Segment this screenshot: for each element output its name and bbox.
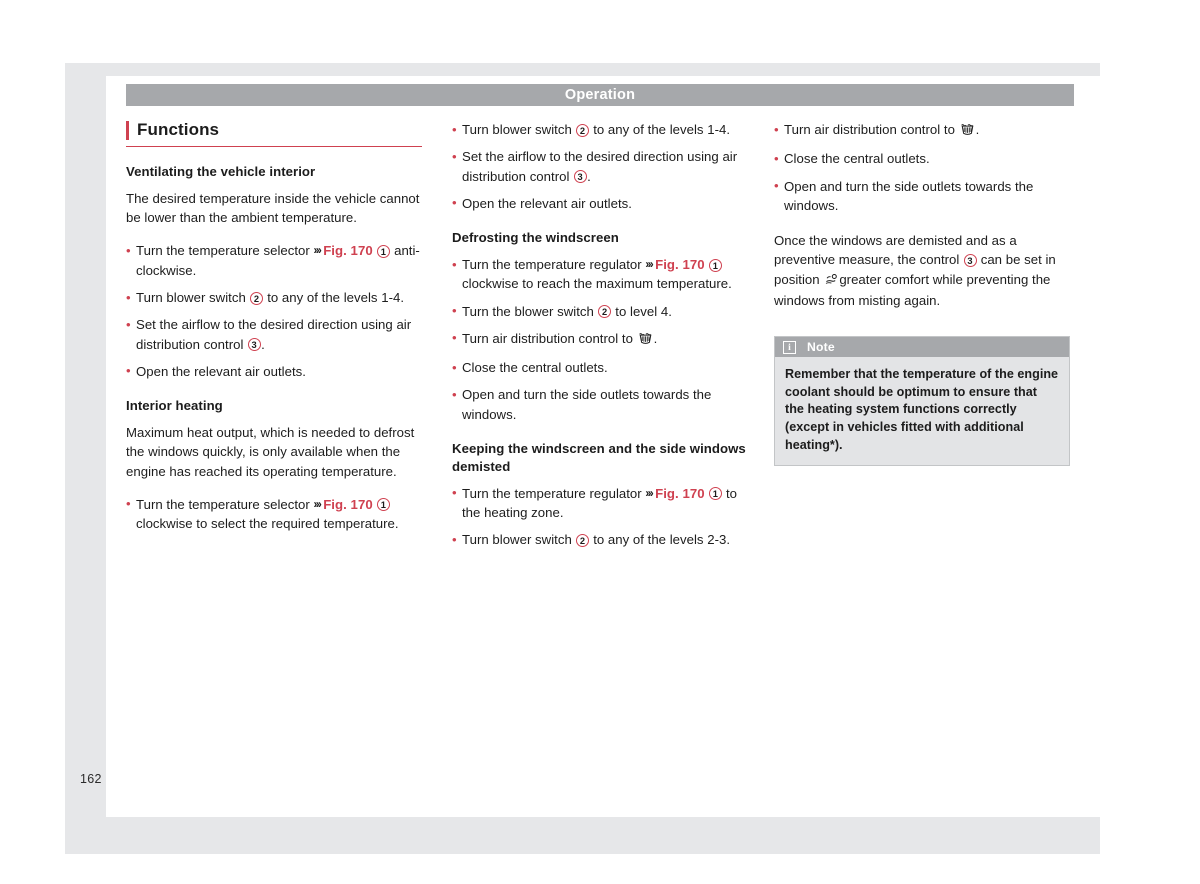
figure-reference[interactable]: Fig. 170 [655, 257, 705, 272]
heading-demisted: Keeping the windscreen and the side wind… [452, 440, 746, 474]
bullet-text: Open and turn the side outlets towards t… [462, 387, 712, 422]
list-interior-heating: Turn the temperature selector ›››Fig. 17… [126, 494, 422, 534]
bullet-text-tail: . [975, 122, 980, 137]
list-item: Turn air distribution control to . [452, 328, 748, 350]
content-columns: Functions Ventilating the vehicle interi… [126, 119, 1074, 760]
bullet-text: Close the central outlets. [462, 360, 608, 376]
column-middle: Turn blower switch 2 to any of the level… [452, 119, 748, 558]
page-viewport: Operation 162 Functions Ventilating the … [0, 0, 1200, 884]
bullet-text: Turn blower switch [136, 290, 246, 306]
bullet-text-tail: to any of the levels 1-4. [267, 290, 405, 306]
bullet-text: Turn the temperature regulator [462, 257, 642, 273]
section-title: Functions [137, 120, 220, 139]
list-item: Close the central outlets. [774, 149, 1070, 169]
list-item: Turn air distribution control to . [774, 119, 1070, 141]
list-item: Open the relevant air outlets. [452, 193, 748, 213]
bullet-text-tail: clockwise to reach the maximum temperatu… [462, 276, 732, 292]
bullet-text-tail: clockwise to select the required tempera… [136, 516, 399, 532]
running-header: Operation [126, 84, 1074, 106]
bullet-text: Open and turn the side outlets towards t… [784, 178, 1034, 213]
bullet-text: Turn blower switch [462, 122, 572, 137]
column-left: Functions Ventilating the vehicle interi… [126, 120, 422, 541]
chevrons-icon: ››› [645, 259, 653, 272]
list-item: Close the central outlets. [452, 358, 748, 378]
callout-circle: 1 [376, 244, 390, 258]
list-item: Turn the temperature selector ›››Fig. 17… [126, 241, 422, 280]
bullet-text: Close the central outlets. [784, 151, 930, 167]
bullet-text-tail: to level 4. [615, 303, 672, 319]
bullet-text-tail: to any of the levels 2-3. [593, 532, 731, 548]
list-item: Turn the temperature regulator ›››Fig. 1… [452, 483, 748, 523]
callout-circle: 3 [963, 253, 977, 267]
callout-circle: 3 [573, 170, 587, 184]
callout-circle: 2 [576, 533, 589, 547]
page-number: 162 [80, 772, 102, 786]
callout-circle: 1 [708, 258, 722, 272]
paragraph-ventilating: The desired temperature inside the vehic… [126, 190, 420, 226]
paragraph-demist-preventive: Once the windows are demisted and as a p… [774, 231, 1070, 310]
list-item: Turn blower switch 2 to any of the level… [126, 288, 422, 308]
list-right-continuation: Turn air distribution control to . Close… [774, 119, 1070, 216]
figure-reference[interactable]: Fig. 170 [323, 243, 373, 258]
bullet-text-tail: . [587, 168, 591, 184]
list-demisted: Turn the temperature regulator ›››Fig. 1… [452, 483, 748, 550]
list-defrosting: Turn the temperature regulator ›››Fig. 1… [452, 255, 748, 424]
heading-interior-heating: Interior heating [126, 398, 223, 414]
windscreen-defrost-icon [960, 122, 975, 141]
callout-circle: 1 [376, 498, 390, 512]
note-box: i Note Remember that the temperature of … [774, 336, 1070, 467]
list-ventilating: Turn the temperature selector ›››Fig. 17… [126, 241, 422, 381]
callout-circle: 3 [247, 338, 261, 352]
bullet-text: Turn the blower switch [462, 303, 594, 319]
figure-reference[interactable]: Fig. 170 [323, 497, 373, 512]
bullet-text: Turn the temperature selector [136, 243, 310, 259]
chevrons-icon: ››› [313, 245, 322, 258]
bullet-text: Turn air distribution control to [462, 330, 633, 346]
chevrons-icon: ››› [645, 487, 653, 500]
bullet-text: Set the airflow to the desired direction… [136, 317, 412, 352]
chevrons-icon: ››› [313, 498, 322, 511]
list-item: Turn blower switch 2 to any of the level… [452, 530, 748, 550]
info-icon: i [783, 340, 796, 354]
list-item: Turn the blower switch 2 to level 4. [452, 301, 748, 321]
callout-circle: 2 [598, 305, 612, 319]
bullet-text: Turn blower switch [462, 532, 572, 548]
figure-reference[interactable]: Fig. 170 [655, 486, 705, 501]
bullet-text: Set the airflow to the desired direction… [462, 149, 738, 184]
bullet-text: Open the relevant air outlets. [462, 195, 632, 211]
bullet-text-tail: . [653, 330, 658, 346]
windscreen-footwell-air-icon [824, 272, 838, 291]
callout-circle: 2 [576, 123, 589, 137]
list-item: Turn the temperature selector ›››Fig. 17… [126, 494, 422, 534]
list-continuation: Turn blower switch 2 to any of the level… [452, 119, 748, 213]
heading-defrosting: Defrosting the windscreen [452, 230, 619, 246]
list-item: Set the airflow to the desired direction… [452, 147, 748, 186]
column-right: Turn air distribution control to . Close… [774, 119, 1070, 467]
bullet-text-tail: . [261, 336, 265, 352]
note-header: i Note [775, 337, 1069, 358]
windscreen-defrost-icon [638, 331, 653, 350]
list-item: Open and turn the side outlets towards t… [452, 385, 748, 424]
bullet-text: Open the relevant air outlets. [136, 363, 306, 379]
list-item: Set the airflow to the desired direction… [126, 315, 422, 354]
callout-circle: 2 [250, 291, 263, 305]
note-body: Remember that the temperature of the eng… [785, 367, 1059, 452]
header-title: Operation [564, 87, 636, 103]
list-item: Turn the temperature regulator ›››Fig. 1… [452, 255, 748, 294]
bullet-text-tail: to any of the levels 1-4. [593, 122, 731, 137]
bullet-text: Turn the temperature regulator [462, 485, 642, 501]
paragraph-interior-heating: Maximum heat output, which is needed to … [126, 425, 415, 479]
list-item: Open the relevant air outlets. [126, 361, 422, 381]
list-item: Turn blower switch 2 to any of the level… [452, 119, 748, 139]
heading-ventilating: Ventilating the vehicle interior [126, 164, 316, 179]
note-label: Note [807, 340, 835, 355]
bullet-text: Turn air distribution control to [784, 122, 955, 137]
bullet-text: Turn the temperature selector [136, 496, 310, 512]
callout-circle: 1 [708, 487, 722, 501]
section-heading: Functions [126, 120, 422, 147]
list-item: Open and turn the side outlets towards t… [774, 176, 1070, 216]
